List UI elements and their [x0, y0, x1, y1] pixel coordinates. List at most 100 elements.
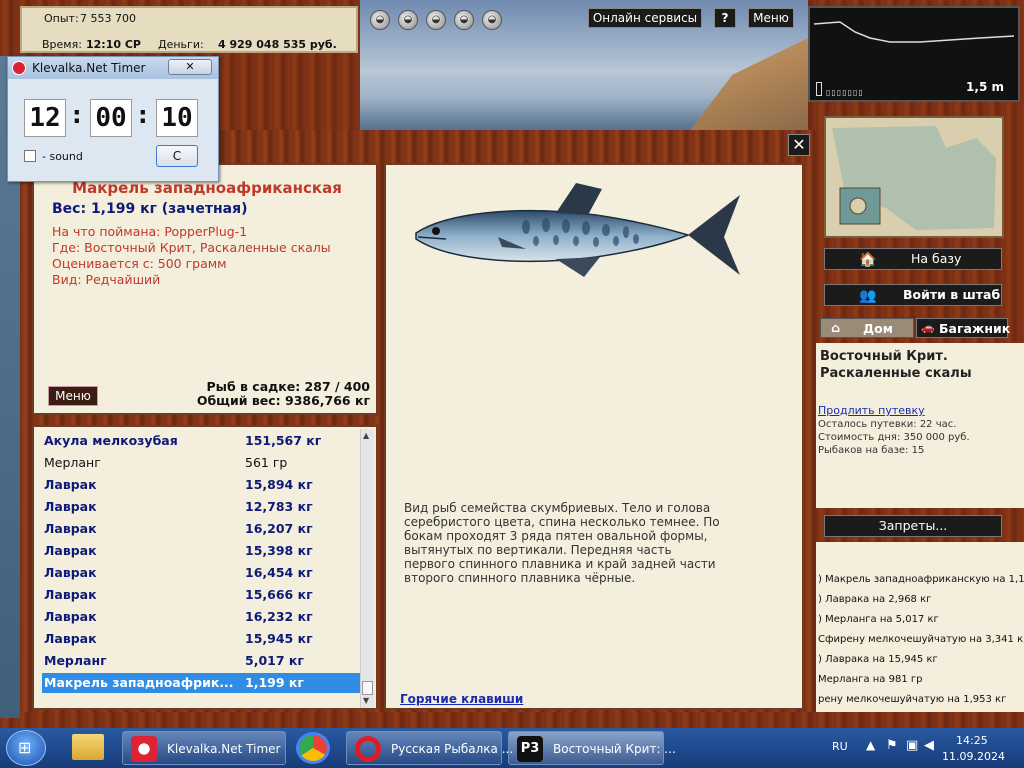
map-image: [826, 118, 1002, 236]
opera-icon: [355, 736, 381, 762]
online-services-button[interactable]: Онлайн сервисы: [588, 8, 702, 28]
network-icon[interactable]: ▣: [906, 738, 918, 753]
tab-home[interactable]: ⌂ Дом: [820, 318, 914, 338]
tab-trunk[interactable]: 🚗 Багажник: [916, 318, 1010, 338]
catch-list-row[interactable]: Лаврак 15,666 кг: [42, 585, 368, 605]
catch-list-row[interactable]: Акула мелкозубая 151,567 кг: [42, 431, 368, 451]
catch-fish-weight: 151,567 кг: [245, 433, 322, 448]
catch-fish-name: Лаврак: [44, 609, 97, 624]
file-explorer-icon[interactable]: [72, 734, 104, 760]
recent-catch-item: ) Лаврака на 15,945 кг: [818, 654, 938, 665]
flag-icon[interactable]: ⚑: [886, 738, 898, 753]
taskbar-app-label: Klevalka.Net Timer: [167, 742, 281, 756]
float-icon[interactable]: ◒: [482, 10, 502, 30]
taskbar-game-app[interactable]: P3 Восточный Крит: ...: [508, 731, 676, 765]
to-base-label: На базу: [911, 251, 962, 266]
hotkeys-link[interactable]: Горячие клавиши: [400, 692, 523, 706]
exp-label: Опыт:: [44, 12, 79, 25]
catch-fish-weight: 16,454 кг: [245, 565, 313, 580]
fish-description-panel: Вид рыб семейства скумбриевых. Тело и го…: [384, 163, 804, 710]
fish-info-panel: Макрель западноафриканская Вес: 1,199 кг…: [32, 163, 378, 415]
top-menu-button[interactable]: Меню: [748, 8, 794, 28]
float-icon[interactable]: ◒: [398, 10, 418, 30]
signal-icon: ▯▯▯▯▯▯▯: [826, 88, 864, 97]
show-hidden-icons[interactable]: ▲: [866, 738, 875, 752]
day-cost: Стоимость дня: 350 000 руб.: [818, 432, 970, 443]
catch-fish-name: Лаврак: [44, 521, 97, 536]
catch-list-row[interactable]: Мерланг 5,017 кг: [42, 651, 368, 671]
catch-fish-weight: 12,783 кг: [245, 499, 313, 514]
catch-fish-name: Макрель западноафрик...: [44, 675, 234, 690]
chrome-icon[interactable]: [296, 732, 330, 764]
car-icon: 🚗: [921, 321, 935, 334]
exp-value: 7 553 700: [80, 12, 136, 25]
recent-catch-item: Сфирену мелкочешуйчатую на 3,341 кг: [818, 634, 1024, 645]
taskbar-app-label: Восточный Крит: ...: [553, 742, 676, 756]
language-indicator[interactable]: RU: [832, 740, 848, 753]
location-line2: Раскаленные скалы: [820, 366, 972, 381]
enter-hq-button[interactable]: 👥 Войти в штаб: [824, 284, 1002, 306]
catch-list-row[interactable]: Лаврак 12,783 кг: [42, 497, 368, 517]
tab-home-label: Дом: [863, 321, 893, 336]
catch-fish-weight: 1,199 кг: [245, 675, 304, 690]
taskbar-app-label: Русская Рыбалка ...: [391, 742, 514, 756]
float-icon[interactable]: ◒: [426, 10, 446, 30]
timer-minutes: 00: [90, 99, 132, 137]
float-bar: ◒ ◒ ◒ ◒ ◒: [364, 6, 506, 36]
scroll-down-icon[interactable]: ▼: [363, 696, 369, 705]
catch-list-row[interactable]: Лаврак 15,398 кг: [42, 541, 368, 561]
catch-list-row[interactable]: Макрель западноафрик... 1,199 кг: [42, 673, 368, 693]
keepnet-weight: Общий вес: 9386,766 кг: [196, 393, 370, 408]
catch-fish-name: Лаврак: [44, 499, 97, 514]
taskbar-timer-app[interactable]: Klevalka.Net Timer: [122, 731, 286, 765]
catch-fish-weight: 15,666 кг: [245, 587, 313, 602]
base-info-panel: Восточный Крит. Раскаленные скалы Продли…: [816, 343, 1024, 508]
timer-reset-button[interactable]: C: [156, 145, 198, 167]
taskbar: ⊞ Klevalka.Net Timer Русская Рыбалка ...…: [0, 728, 1024, 768]
volume-icon[interactable]: ◀: [924, 738, 934, 753]
sound-checkbox[interactable]: [24, 150, 36, 162]
catch-list-row[interactable]: Лаврак 15,894 кг: [42, 475, 368, 495]
float-icon[interactable]: ◒: [370, 10, 390, 30]
start-button[interactable]: ⊞: [6, 730, 46, 766]
help-button[interactable]: ?: [714, 8, 736, 28]
recent-catches-panel: ) Макрель западноафриканскую на 1,19 ) Ла…: [816, 542, 1024, 712]
catch-fish-weight: 5,017 кг: [245, 653, 304, 668]
clock-time[interactable]: 14:25: [956, 734, 988, 747]
catch-list-row[interactable]: Лаврак 16,454 кг: [42, 563, 368, 583]
catch-list-row[interactable]: Мерланг 561 гр: [42, 453, 368, 473]
catch-fish-name: Лаврак: [44, 477, 97, 492]
scroll-up-icon[interactable]: ▲: [363, 431, 369, 440]
time-label: Время:: [42, 38, 82, 51]
fish-kind: Вид: Редчайший: [52, 272, 161, 287]
catch-list-row[interactable]: Лаврак 15,945 кг: [42, 629, 368, 649]
fish-menu-button[interactable]: Меню: [48, 386, 98, 406]
catch-fish-name: Лаврак: [44, 631, 97, 646]
catch-list-row[interactable]: Лаврак 16,207 кг: [42, 519, 368, 539]
catch-fish-weight: 15,894 кг: [245, 477, 313, 492]
extend-permit-link[interactable]: Продлить путевку: [818, 404, 925, 417]
recent-catch-item: ) Мерланга на 5,017 кг: [818, 614, 939, 625]
catch-fish-weight: 561 гр: [245, 455, 288, 470]
close-window-button[interactable]: ✕: [788, 134, 810, 156]
scroll-thumb[interactable]: [362, 681, 373, 695]
list-scrollbar[interactable]: ▲ ▼: [360, 429, 374, 708]
taskbar-opera-app[interactable]: Русская Рыбалка ...: [346, 731, 513, 765]
to-base-button[interactable]: 🏠 На базу: [824, 248, 1002, 270]
recent-catch-item: рену мелкочешуйчатую на 1,953 кг: [818, 694, 1007, 705]
recent-catch-item: ) Макрель западноафриканскую на 1,19: [818, 574, 1024, 585]
enter-hq-label: Войти в штаб: [903, 287, 1001, 302]
location-map[interactable]: [824, 116, 1004, 238]
alarm-clock-icon: [131, 736, 157, 762]
location-line1: Восточный Крит.: [820, 349, 948, 364]
timer-close-button[interactable]: ✕: [168, 59, 212, 75]
fish-valued: Оценивается с: 500 грамм: [52, 256, 227, 271]
alarm-clock-icon: [12, 61, 26, 75]
clock-date[interactable]: 11.09.2024: [942, 750, 1005, 763]
battery-icon: [816, 82, 822, 96]
catch-fish-name: Акула мелкозубая: [44, 433, 178, 448]
bans-button[interactable]: Запреты...: [824, 515, 1002, 537]
catch-list-row[interactable]: Лаврак 16,232 кг: [42, 607, 368, 627]
timer-colon: :: [72, 101, 82, 129]
float-icon[interactable]: ◒: [454, 10, 474, 30]
